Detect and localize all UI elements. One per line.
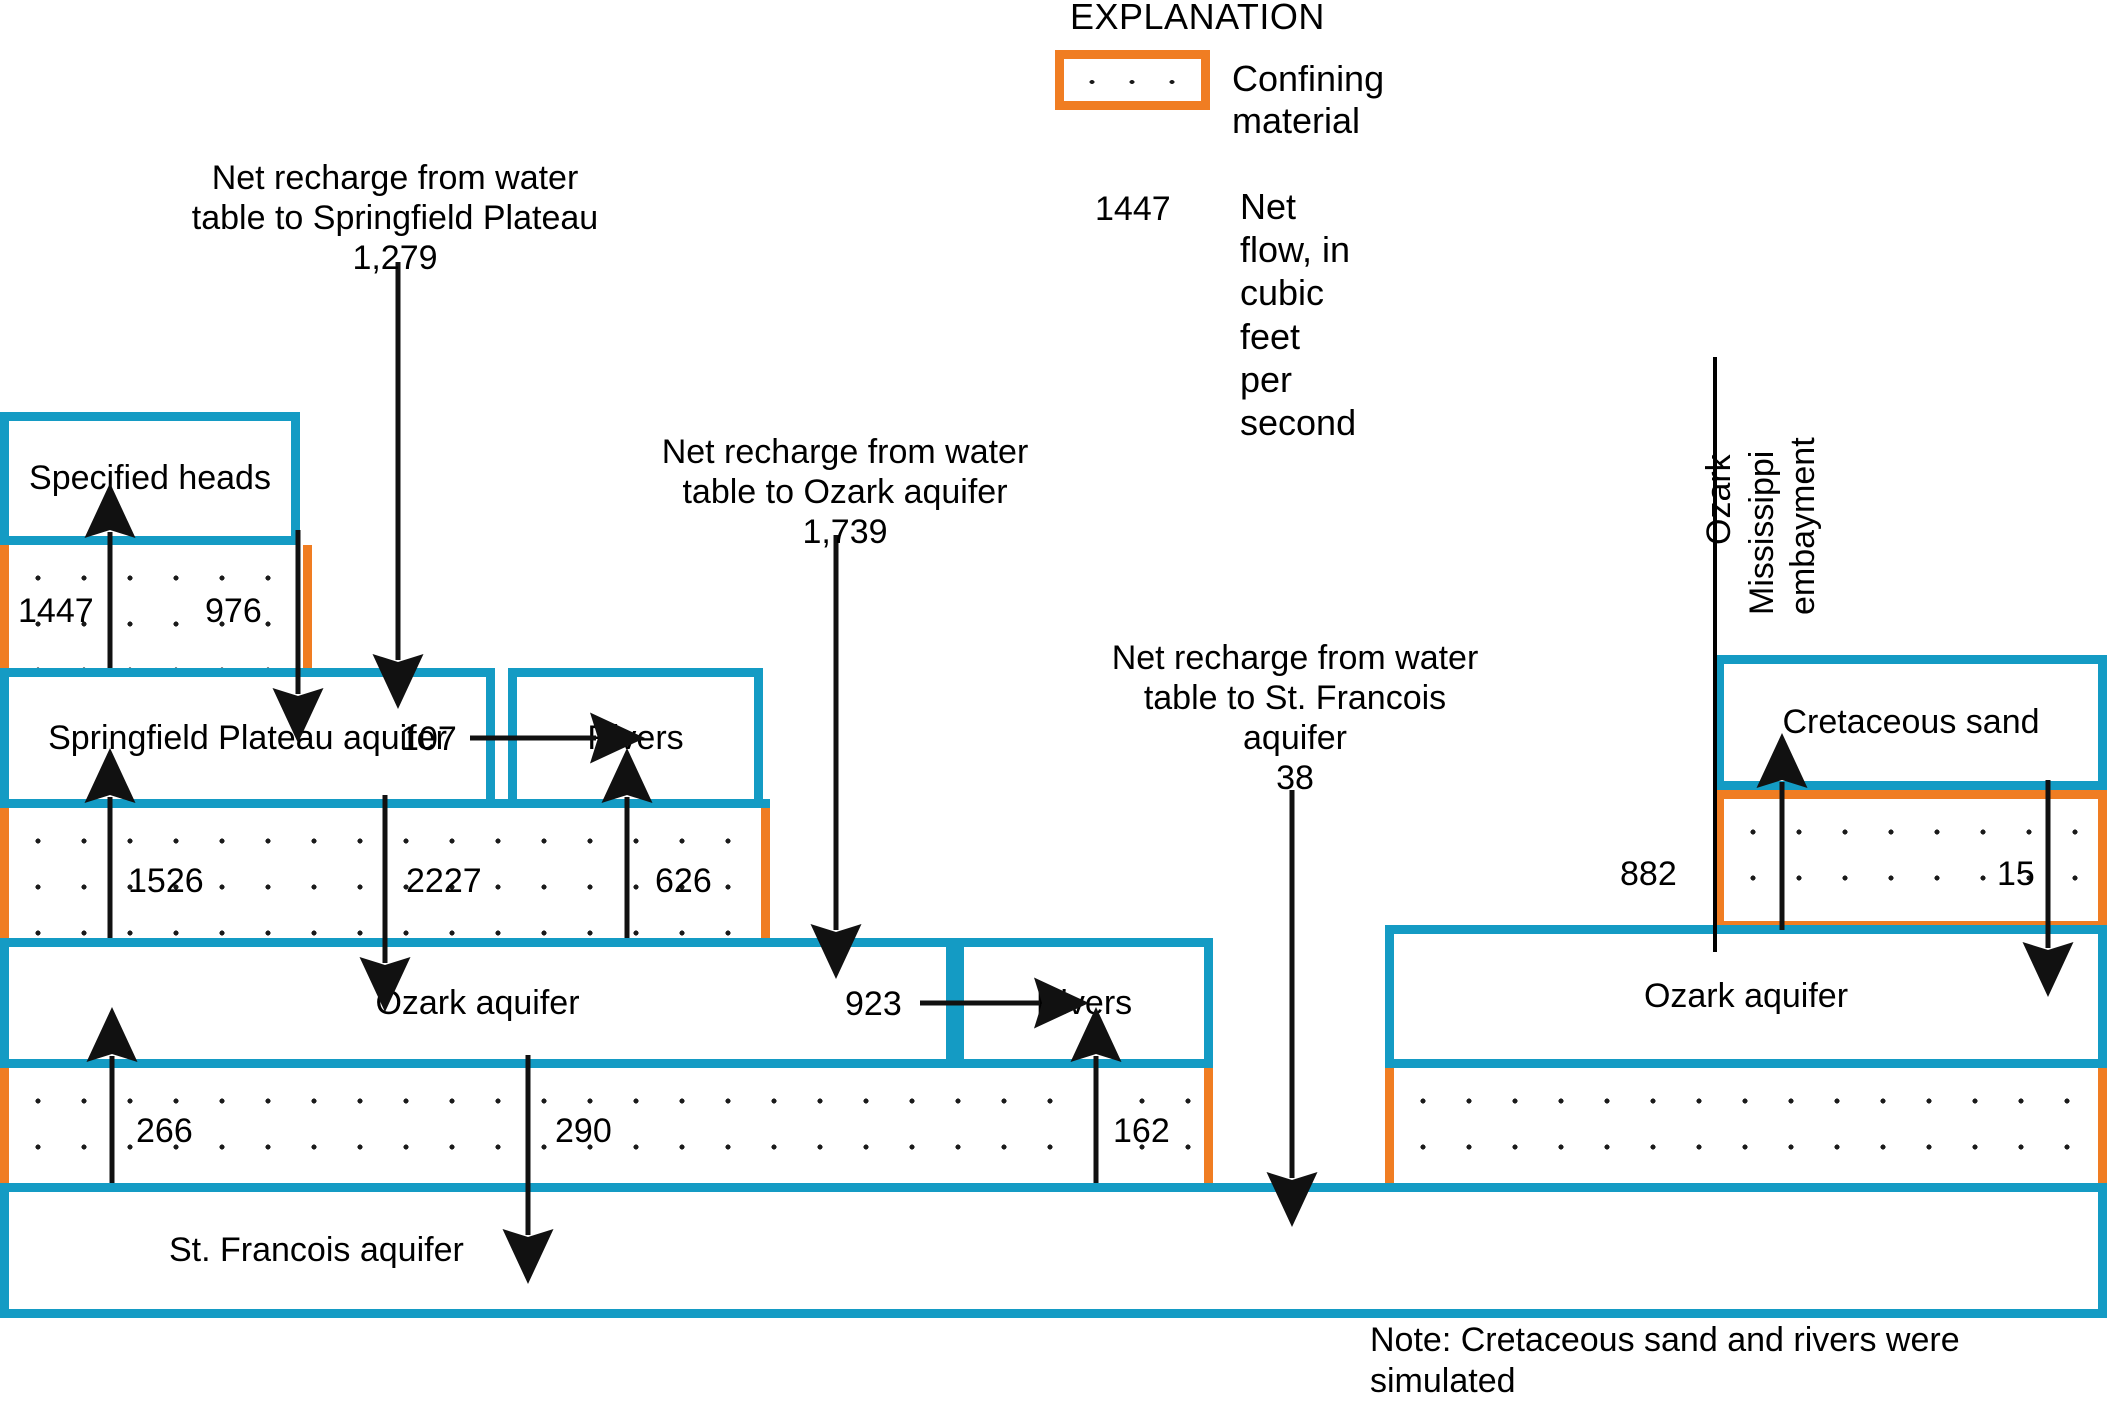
recharge-label-value: 1,279	[352, 239, 438, 278]
flow-diagram-canvas: EXPLANATION Confining material 1447 Net …	[0, 0, 2107, 1409]
flow-value-107: 107	[400, 720, 457, 758]
boundary-line-ozark-conf3	[0, 1059, 1213, 1068]
diagram-note: Note: Cretaceous sand and rivers were si…	[1370, 1321, 1960, 1409]
boundary-line-st-francois-top	[0, 1183, 2107, 1192]
flow-value-976: 976	[205, 592, 262, 630]
flow-value-923: 923	[845, 985, 902, 1023]
net-flow-legend-label: Net flow, in cubic feet per second	[1240, 186, 1357, 443]
explanation-title: EXPLANATION	[1070, 0, 1325, 37]
confining-layer-cretaceous	[1715, 790, 2107, 930]
box-label: Rivers	[587, 718, 684, 757]
region-label-mississippi-embayment: Mississippi embayment	[1743, 437, 1822, 615]
confining-material-swatch-icon	[1055, 50, 1210, 110]
box-rivers-upper: Rivers	[508, 668, 763, 808]
flow-value-2227: 2227	[406, 862, 482, 900]
recharge-label-springfield-plateau: Net recharge from water table to Springf…	[160, 118, 630, 278]
flow-value-162: 162	[1113, 1112, 1170, 1150]
box-label: Specified heads	[29, 459, 271, 498]
box-cretaceous-sand: Cretaceous sand	[1715, 655, 2107, 790]
box-label: Ozark aquifer	[375, 983, 580, 1022]
boundary-line-cretaceous	[1715, 781, 2107, 790]
box-rivers-lower: Rivers	[955, 938, 1213, 1068]
box-ozark-aquifer-left: Ozark aquifer	[0, 938, 955, 1068]
flow-value-626: 626	[655, 862, 712, 900]
recharge-label-value: 38	[1276, 759, 1314, 798]
boundary-line-sp-conf2	[0, 799, 770, 808]
boundary-line-specified-heads	[0, 536, 300, 545]
flow-value-266: 266	[136, 1112, 193, 1150]
recharge-label-text: Net recharge from water table to Ozark a…	[661, 433, 1029, 512]
box-label: St. Francois aquifer	[169, 1231, 464, 1270]
net-flow-example-value: 1447	[1095, 190, 1171, 228]
recharge-label-st-francois: Net recharge from water table to St. Fra…	[1075, 598, 1515, 799]
boundary-line-ozark-right-conf	[1385, 1059, 2107, 1068]
flow-value-15: 15	[1997, 855, 2035, 893]
flow-value-1526: 1526	[128, 862, 204, 900]
flow-value-290: 290	[555, 1112, 612, 1150]
recharge-label-text: Net recharge from water table to Springf…	[191, 159, 599, 238]
box-label: Ozark aquifer	[1643, 977, 1849, 1016]
confining-layer-right	[1385, 1068, 2107, 1183]
box-specified-heads: Specified heads	[0, 412, 300, 545]
flow-value-882: 882	[1620, 855, 1677, 893]
recharge-label-value: 1,739	[802, 513, 888, 552]
box-label: Rivers	[1035, 983, 1133, 1022]
box-st-francois-aquifer: St. Francois aquifer	[0, 1183, 2107, 1318]
box-label: Springfield Plateau aquifer	[48, 718, 447, 757]
region-divider-line	[1713, 357, 1717, 952]
recharge-label-ozark: Net recharge from water table to Ozark a…	[615, 392, 1075, 552]
confining-material-legend-label: Confining material	[1232, 58, 1385, 141]
recharge-label-text: Net recharge from water table to St. Fra…	[1111, 639, 1479, 758]
box-label: Cretaceous sand	[1782, 703, 2040, 742]
box-ozark-aquifer-right: Ozark aquifer	[1385, 925, 2107, 1068]
region-label-ozark: Ozark	[1700, 454, 1738, 545]
flow-value-1447: 1447	[18, 592, 94, 630]
